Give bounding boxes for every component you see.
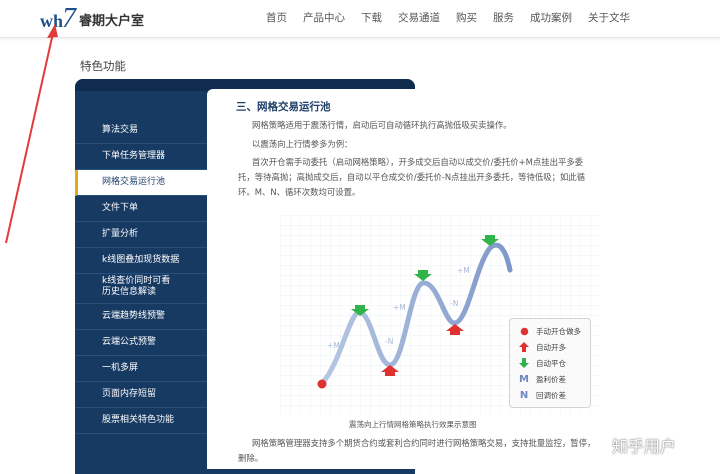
logo-seven: 7 <box>62 3 77 34</box>
sidebar-item-kline-history-line2: 历史信息解读 <box>102 287 157 297</box>
nav-trade-channel[interactable]: 交易通道 <box>390 0 448 37</box>
brand-logo[interactable]: wh 7 睿期大户室 <box>40 3 145 34</box>
sidebar-item-kline-history-line1: k线查价同时可看 <box>102 276 171 286</box>
logo-text: 睿期大户室 <box>79 14 145 29</box>
nav-about[interactable]: 关于文华 <box>580 0 638 37</box>
legend-item-manual-open: 手动开仓做多 <box>518 324 581 338</box>
legend-label-profit-spread: 盈利价差 <box>536 374 566 384</box>
sidebar-item-file-order[interactable]: 文件下单 <box>75 196 210 222</box>
sidebar-item-cloud-trendline-alert[interactable]: 云端趋势线预警 <box>75 304 210 330</box>
legend-item-auto-close: 自动平仓 <box>518 356 566 370</box>
para-manager-1: 网格策略管理器支持多个期货合约或套利合约同时进行网格策略交易，支持批量监控，暂停… <box>252 438 596 448</box>
nav-download[interactable]: 下载 <box>353 0 390 37</box>
plus-m-label-1: +M <box>327 341 340 350</box>
red-up-arrow-icon <box>518 342 530 352</box>
legend-label-auto-open: 自动开多 <box>536 342 566 352</box>
sidebar-item-kline-spot-data[interactable]: k线图叠加现货数据 <box>75 248 210 274</box>
green-down-arrow-icon <box>518 358 530 368</box>
legend-label-auto-close: 自动平仓 <box>536 358 566 368</box>
nav-products[interactable]: 产品中心 <box>295 0 353 37</box>
sidebar-item-grid-trading-pool[interactable]: 网格交易运行池 <box>75 170 210 196</box>
sidebar-item-algo-trading[interactable]: 算法交易 <box>75 118 210 144</box>
site-header: wh 7 睿期大户室 首页 产品中心 下载 交易通道 购买 服务 成功案例 关于… <box>0 0 720 38</box>
top-nav: 首页 产品中心 下载 交易通道 购买 服务 成功案例 关于文华 <box>258 0 638 37</box>
sidebar-item-kline-history[interactable]: k线查价同时可看 历史信息解读 <box>75 274 210 304</box>
manual-open-point-icon <box>317 379 327 389</box>
nav-cases[interactable]: 成功案例 <box>522 0 580 37</box>
diagram-legend: 手动开仓做多 自动开多 自动平仓 M 盈利价差 N 回调价差 <box>509 318 591 408</box>
legend-item-auto-open: 自动开多 <box>518 340 566 354</box>
para-example: 以震荡向上行情参多为例： <box>252 139 353 149</box>
legend-item-profit-spread: M 盈利价差 <box>518 372 566 386</box>
sidebar-item-order-task-manager[interactable]: 下单任务管理器 <box>75 144 210 170</box>
letter-n-icon: N <box>519 389 529 401</box>
sidebar-item-stock-features[interactable]: 股票相关特色功能 <box>75 408 210 434</box>
sidebar-item-page-memory[interactable]: 页面内存短留 <box>75 382 210 408</box>
section-title: 特色功能 <box>80 59 126 73</box>
red-dot-icon <box>518 327 530 336</box>
annotation-arrow-shaft <box>5 32 54 244</box>
legend-item-pullback-spread: N 回调价差 <box>518 388 566 402</box>
para-manager-2: 删除。 <box>238 453 264 463</box>
plus-m-label-3: +M <box>457 266 470 275</box>
para-detail-1: 首次开仓需手动委托（启动网格策略），开多成交后自动以成交价/委托价+M点挂出平多… <box>252 157 584 167</box>
letter-m-icon: M <box>519 373 529 385</box>
minus-n-label-1: -N <box>385 337 393 346</box>
para-detail-3: 环。M、N、循环次数均可设置。 <box>238 187 361 197</box>
diagram-caption: 震荡向上行情网格策略执行效果示意图 <box>349 420 477 429</box>
para-detail-2: 托，等待高抛；高抛成交后，自动以平仓成交价/委托价-N点挂出开多委托，等待低吸；… <box>238 172 586 182</box>
legend-label-manual-open: 手动开仓做多 <box>536 326 581 336</box>
sidebar-item-multi-screen[interactable]: 一机多屏 <box>75 356 210 382</box>
nav-purchase[interactable]: 购买 <box>448 0 485 37</box>
sidebar-item-cloud-formula-alert[interactable]: 云端公式预警 <box>75 330 210 356</box>
content-title: 三、网格交易运行池 <box>236 101 331 113</box>
nav-home[interactable]: 首页 <box>258 0 295 37</box>
feature-sidebar: 算法交易 下单任务管理器 网格交易运行池 文件下单 扩量分析 k线图叠加现货数据… <box>75 118 210 434</box>
logo-wh: wh <box>40 11 64 31</box>
nav-service[interactable]: 服务 <box>485 0 522 37</box>
minus-n-label-2: -N <box>450 299 458 308</box>
plus-m-label-2: +M <box>393 303 406 312</box>
para-intro: 网格策略适用于震荡行情，启动后可自动循环执行高抛低吸买卖操作。 <box>252 120 512 130</box>
legend-label-pullback-spread: 回调价差 <box>536 390 566 400</box>
sidebar-item-volume-analysis[interactable]: 扩量分析 <box>75 222 210 248</box>
watermark: 知乎用户 <box>612 437 677 456</box>
